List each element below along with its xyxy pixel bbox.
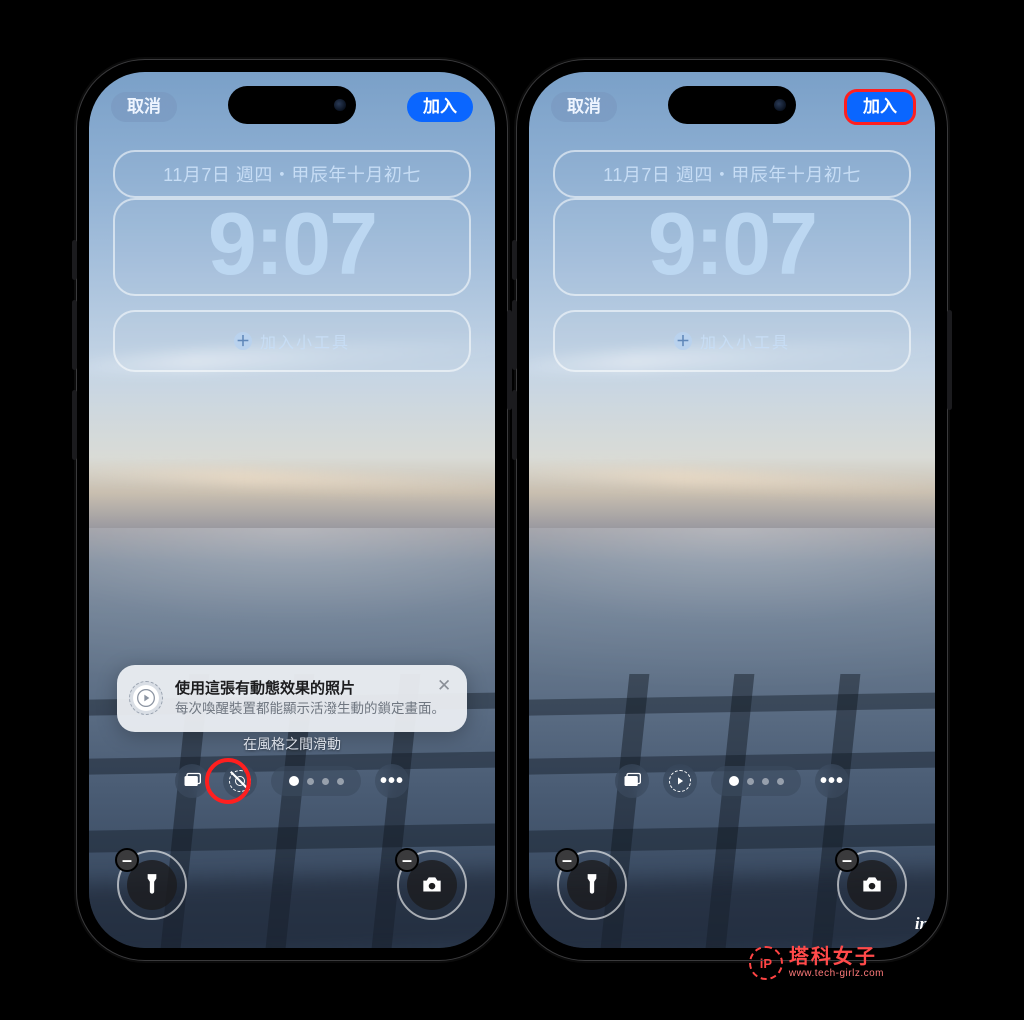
page-dot — [322, 778, 329, 785]
flashlight-icon — [139, 872, 165, 898]
volume-button — [72, 390, 77, 460]
plus-icon: ＋ — [234, 332, 252, 350]
date-widget[interactable]: 11月7日 週四・甲辰年十月初七 — [113, 150, 471, 198]
wallpaper-water — [529, 528, 935, 756]
remove-icon[interactable]: – — [555, 848, 579, 872]
remove-icon[interactable]: – — [115, 848, 139, 872]
date-widget[interactable]: 11月7日 週四・甲辰年十月初七 — [553, 150, 911, 198]
page-dot — [307, 778, 314, 785]
remove-icon[interactable]: – — [835, 848, 859, 872]
time-widget[interactable]: 9:07 — [113, 198, 471, 296]
volume-button — [72, 240, 77, 280]
live-photo-toggle-off[interactable] — [223, 764, 257, 798]
photos-button[interactable] — [175, 764, 209, 798]
page-dot — [747, 778, 754, 785]
clock-text: 9:07 — [115, 200, 469, 288]
site-watermark: iP 塔科女子 www.tech-girlz.com — [749, 946, 884, 980]
lockscreen-editor: 取消 加入 11月7日 週四・甲辰年十月初七 9:07 ＋ 加入小工具 ✕ 使用… — [89, 72, 495, 948]
dynamic-island — [228, 86, 356, 124]
volume-button — [72, 300, 77, 370]
style-toolbar: ••• — [529, 740, 935, 798]
flashlight-icon — [579, 872, 605, 898]
more-button[interactable]: ••• — [375, 764, 409, 798]
power-button — [947, 310, 952, 410]
lockscreen-editor: 取消 加入 11月7日 週四・甲辰年十月初七 9:07 ＋ 加入小工具 — [529, 72, 935, 948]
dynamic-island — [668, 86, 796, 124]
cancel-button[interactable]: 取消 — [111, 92, 177, 122]
volume-button — [512, 240, 517, 280]
swipe-caption: 在風格之間滑動 — [89, 734, 495, 754]
flashlight-quick-action[interactable]: – — [557, 850, 627, 920]
clock-text: 9:07 — [555, 200, 909, 288]
time-widget[interactable]: 9:07 — [553, 198, 911, 296]
photos-button[interactable] — [615, 764, 649, 798]
camera-quick-action[interactable]: – — [397, 850, 467, 920]
page-dot — [729, 776, 739, 786]
watermark-icon: iP — [749, 946, 783, 980]
date-text: 11月7日 週四・甲辰年十月初七 — [603, 165, 861, 185]
add-widget-label: 加入小工具 — [260, 329, 350, 353]
hint-title: 使用這張有動態效果的照片 — [175, 677, 453, 698]
more-button[interactable]: ••• — [815, 764, 849, 798]
style-pager[interactable] — [271, 766, 361, 796]
camera-icon — [859, 872, 885, 898]
watermark-url: www.tech-girlz.com — [789, 969, 884, 979]
add-widget-label: 加入小工具 — [700, 329, 790, 353]
add-button[interactable]: 加入 — [407, 92, 473, 122]
plus-icon: ＋ — [674, 332, 692, 350]
page-dot — [289, 776, 299, 786]
style-toolbar: 在風格之間滑動 ••• — [89, 734, 495, 798]
live-photo-hint-card: ✕ 使用這張有動態效果的照片 每次喚醒裝置都能顯示活潑生動的鎖定畫面。 — [117, 665, 467, 732]
volume-button — [512, 390, 517, 460]
cancel-button[interactable]: 取消 — [551, 92, 617, 122]
remove-icon[interactable]: – — [395, 848, 419, 872]
volume-button — [512, 300, 517, 370]
add-button[interactable]: 加入 — [847, 92, 913, 122]
add-widget-slot[interactable]: ＋ 加入小工具 — [113, 310, 471, 372]
play-icon — [129, 681, 163, 715]
phone-left: 取消 加入 11月7日 週四・甲辰年十月初七 9:07 ＋ 加入小工具 ✕ 使用… — [77, 60, 507, 960]
page-dot — [777, 778, 784, 785]
watermark-brand: 塔科女子 — [789, 947, 884, 967]
flashlight-quick-action[interactable]: – — [117, 850, 187, 920]
camera-icon — [419, 872, 445, 898]
phone-right: 取消 加入 11月7日 週四・甲辰年十月初七 9:07 ＋ 加入小工具 — [517, 60, 947, 960]
date-text: 11月7日 週四・甲辰年十月初七 — [163, 165, 421, 185]
style-pager[interactable] — [711, 766, 801, 796]
page-dot — [337, 778, 344, 785]
cropped-watermark: in — [915, 914, 929, 934]
camera-quick-action[interactable]: – — [837, 850, 907, 920]
add-widget-slot[interactable]: ＋ 加入小工具 — [553, 310, 911, 372]
live-photo-toggle-on[interactable] — [663, 764, 697, 798]
hint-body: 每次喚醒裝置都能顯示活潑生動的鎖定畫面。 — [175, 700, 453, 718]
close-icon[interactable]: ✕ — [437, 677, 455, 695]
page-dot — [762, 778, 769, 785]
